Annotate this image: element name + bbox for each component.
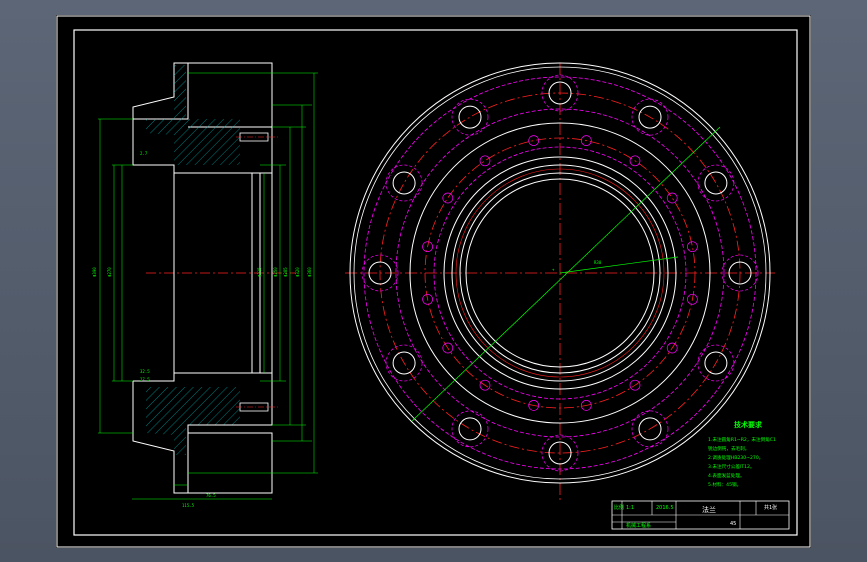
note-line: 5.材料：45钢。 [708,481,741,488]
scale-value: 1:1 [626,505,634,511]
bolt-hole [704,171,728,195]
tapped-hole [528,135,540,146]
technical-notes: 技术要求 1.未注圆角R1~R2，未注倒角C1 锐边倒钝，去毛刺。 2.调质处理… [708,420,776,488]
bolt-hole-counterbore [451,410,489,448]
title-block[interactable]: 比例 1:1 2016.5 法兰 共1张 机械工程系 45 [611,500,790,530]
sheet-count: 共1张 [764,504,777,511]
flange-thickness-dim: 76.5 [206,493,216,498]
material-value: 45 [730,521,736,527]
scale-label: 比例 [614,504,624,511]
tapped-hole [442,192,454,204]
bolt-hole [458,417,482,441]
bolt-hole-counterbore [697,164,735,202]
note-line: 2.调质处理HB230~270。 [708,454,763,461]
svg-text:Φ285: Φ285 [283,267,288,277]
upper-flange-outline [174,62,273,128]
date-value: 2016.5 [656,505,674,511]
overall-length-dim: 115.5 [182,503,195,508]
step-a-dim: 27.5 [140,377,150,382]
part-name: 法兰 [702,505,716,514]
section-view[interactable]: Φ390 Φ270 Φ215 Φ250 Φ285 Φ320 Φ360 115.5… [92,62,318,508]
drawing-sheet[interactable]: Φ390 Φ270 Φ215 Φ250 Φ285 Φ320 Φ360 115.5… [56,15,811,548]
radius-label: R30 [594,260,602,265]
cad-viewport[interactable]: Φ390 Φ270 Φ215 Φ250 Φ285 Φ320 Φ360 115.5… [0,0,867,562]
bolt-hole [458,105,482,129]
center-mark: + [552,267,555,272]
tapped-hole [687,241,698,253]
outer-border [56,15,811,548]
svg-text:Φ215: Φ215 [257,267,262,277]
tapped-hole [479,155,491,167]
bolt-hole-counterbore [385,164,423,202]
svg-text:Φ360: Φ360 [307,267,312,277]
front-view[interactable]: R30 + [345,62,775,503]
step-c-dim: 2.7 [140,151,148,156]
bolt-hole [392,171,416,195]
svg-text:Φ390: Φ390 [92,267,97,277]
note-line: 3.未注尺寸公差IT12。 [708,463,755,470]
notes-title: 技术要求 [734,420,763,429]
section-dim-labels: Φ390 Φ270 Φ215 Φ250 Φ285 Φ320 Φ360 [92,267,312,277]
note-line: 1.未注圆角R1~R2，未注倒角C1 [708,436,776,443]
note-line: 锐边倒钝，去毛刺。 [708,445,749,452]
bolt-hole-counterbore [451,98,489,136]
svg-text:Φ320: Φ320 [295,267,300,277]
school-label: 机械工程系 [626,522,651,529]
svg-text:Φ250: Φ250 [273,267,278,277]
tapped-hole [666,192,678,204]
svg-text:Φ270: Φ270 [107,267,112,277]
drawing-canvas[interactable]: Φ390 Φ270 Φ215 Φ250 Φ285 Φ320 Φ360 115.5… [56,15,811,548]
step-b-dim: 32.5 [140,369,150,374]
upper-hatch [146,65,240,165]
lower-flange-outline [188,432,273,494]
lower-hatch [146,387,240,455]
note-line: 4.表面发蓝处理。 [708,472,745,479]
